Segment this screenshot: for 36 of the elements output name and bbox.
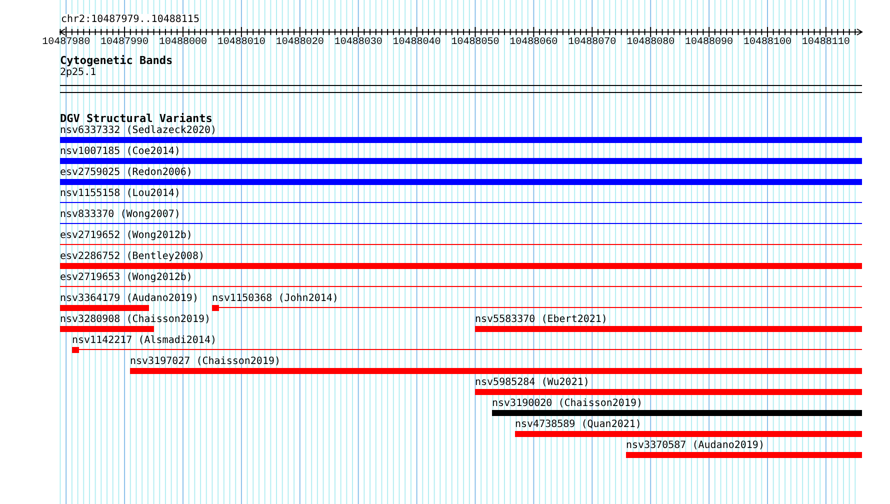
ruler-tick-label: 10487980 bbox=[42, 37, 90, 49]
variant-label[interactable]: nsv3197027 (Chaisson2019) bbox=[130, 356, 281, 368]
variant-label[interactable]: nsv1007185 (Coe2014) bbox=[60, 146, 180, 158]
ruler-tick-label: 10487990 bbox=[100, 37, 149, 49]
ruler-tick-label: 10488070 bbox=[568, 37, 616, 49]
ruler-tick-label: 10488050 bbox=[451, 37, 500, 49]
variant-label[interactable]: nsv1155158 (Lou2014) bbox=[60, 188, 180, 200]
ruler-tick-label: 10488040 bbox=[392, 37, 441, 49]
ruler-tick-label: 10488020 bbox=[276, 37, 324, 49]
variant-label[interactable]: nsv3370587 (Audano2019) bbox=[626, 440, 764, 452]
track-title: DGV Structural Variants bbox=[60, 113, 212, 125]
variant-label[interactable]: nsv3280908 (Chaisson2019) bbox=[60, 314, 211, 326]
ruler-tick-label: 10488010 bbox=[217, 37, 266, 49]
variant-label[interactable]: nsv1142217 (Alsmadi2014) bbox=[72, 335, 216, 347]
region-coordinates: chr2:10487979..10488115 bbox=[61, 14, 200, 26]
variant-label[interactable]: nsv3364179 (Audano2019) bbox=[60, 293, 198, 305]
ruler-tick-label: 10488060 bbox=[510, 37, 558, 49]
variant-label[interactable]: esv2719653 (Wong2012b) bbox=[60, 272, 192, 284]
variant-label[interactable]: nsv833370 (Wong2007) bbox=[60, 209, 180, 221]
variant-label[interactable]: nsv5583370 (Ebert2021) bbox=[475, 314, 608, 326]
variant-label[interactable]: nsv1150368 (John2014) bbox=[212, 293, 338, 305]
variant-label[interactable]: nsv6337332 (Sedlazeck2020) bbox=[60, 125, 217, 137]
variant-label[interactable]: nsv4738589 (Quan2021) bbox=[515, 419, 642, 431]
variant-label[interactable]: esv2759025 (Redon2006) bbox=[60, 167, 192, 179]
variant-label[interactable]: esv2286752 (Bentley2008) bbox=[60, 251, 204, 263]
variant-label[interactable]: nsv5985284 (Wu2021) bbox=[475, 377, 590, 389]
variant-label[interactable]: esv2719652 (Wong2012b) bbox=[60, 230, 192, 242]
ruler-tick-label: 10488100 bbox=[744, 37, 792, 49]
ruler-tick-label: 10488000 bbox=[159, 37, 207, 49]
ruler-tick-label: 10488110 bbox=[802, 37, 850, 49]
ruler-tick-label: 10488030 bbox=[334, 37, 382, 49]
ruler-tick-label: 10488090 bbox=[685, 37, 734, 49]
track-title: Cytogenetic Bands bbox=[60, 55, 173, 67]
band-label: 2p25.1 bbox=[60, 67, 96, 79]
ruler-tick-label: 10488080 bbox=[626, 37, 675, 49]
variant-label[interactable]: nsv3190020 (Chaisson2019) bbox=[492, 398, 643, 410]
